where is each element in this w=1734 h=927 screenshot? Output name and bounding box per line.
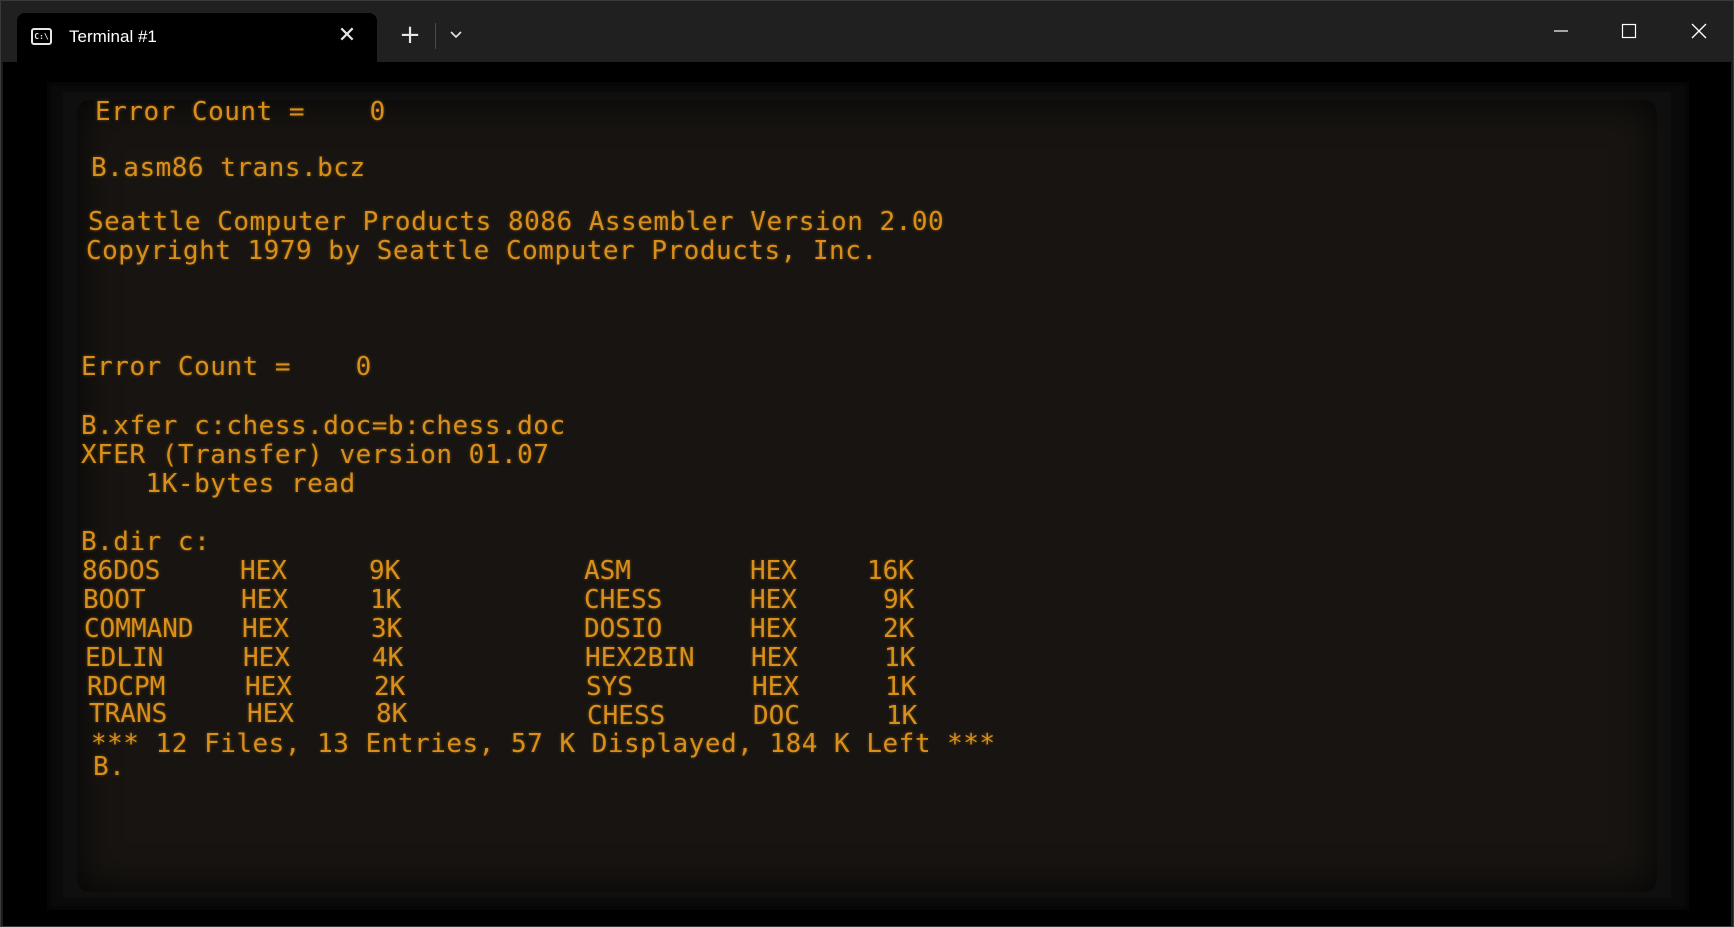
dir-filename: HEX2BIN [585,643,695,673]
terminal-line: 1K-bytes read [81,469,356,499]
dir-ext: DOC [753,701,800,731]
dir-filename: 86DOS [82,556,161,586]
tab-terminal-1[interactable]: C:\ Terminal #1 ✕ [17,13,377,62]
terminal-line: XFER (Transfer) version 01.07 [81,440,550,470]
terminal-line: *** 12 Files, 13 Entries, 57 K Displayed… [91,729,996,759]
chevron-down-icon[interactable] [441,21,471,51]
minimize-button[interactable] [1527,1,1595,62]
dir-size: 8K [376,699,408,729]
close-window-button[interactable] [1665,1,1733,62]
dir-ext: HEX [751,643,798,673]
dir-filename: TRANS [89,699,168,729]
close-tab-icon[interactable]: ✕ [333,22,361,50]
dir-filename: BOOT [83,585,146,615]
dir-size: 16K [867,556,914,586]
terminal-content[interactable]: Error Count = 0 B.asm86 trans.bcz Seattl… [3,62,1731,926]
dir-filename: CHESS [587,701,666,731]
dir-size: 1K [884,643,916,673]
dir-size: 2K [374,672,406,702]
maximize-button[interactable] [1595,1,1663,62]
dir-filename: ASM [584,556,631,586]
dir-size: 3K [371,614,403,644]
dir-filename: CHESS [584,585,663,615]
terminal-line: Error Count = 0 [81,352,372,382]
dir-filename: COMMAND [84,614,194,644]
terminal-line: B.dir c: [81,527,211,557]
dir-ext: HEX [750,556,797,586]
terminal-line: Seattle Computer Products 8086 Assembler… [88,207,945,237]
dir-size: 1K [885,672,917,702]
dir-ext: HEX [241,585,288,615]
dir-ext: HEX [247,699,294,729]
dir-size: 9K [883,585,915,615]
terminal-prompt: B. [93,752,126,782]
dir-filename: SYS [586,672,633,702]
dir-size: 2K [883,614,915,644]
dir-ext: HEX [243,643,290,673]
new-tab-button[interactable]: + [394,19,426,51]
tab-separator [435,23,436,49]
terminal-line: Error Count = 0 [95,97,386,127]
dir-ext: HEX [245,672,292,702]
tab-title: Terminal #1 [69,27,157,46]
dir-ext: HEX [750,585,797,615]
terminal-line: Copyright 1979 by Seattle Computer Produ… [86,236,878,266]
dir-size: 1K [886,701,918,731]
terminal-icon: C:\ [31,28,52,45]
dir-size: 1K [370,585,402,615]
dir-ext: HEX [240,556,287,586]
title-bar[interactable]: C:\ Terminal #1 ✕ + [1,1,1733,62]
terminal-line: B.xfer c:chess.doc=b:chess.doc [81,411,566,441]
dir-filename: DOSIO [584,614,663,644]
dir-filename: EDLIN [85,643,164,673]
dir-filename: RDCPM [87,672,166,702]
terminal-window: C:\ Terminal #1 ✕ + Error Count = 0 B.as… [0,0,1734,927]
dir-size: 4K [372,643,404,673]
dir-ext: HEX [750,614,797,644]
terminal-line: B.asm86 trans.bcz [91,153,366,183]
dir-ext: HEX [752,672,799,702]
dir-size: 9K [369,556,401,586]
dir-ext: HEX [242,614,289,644]
